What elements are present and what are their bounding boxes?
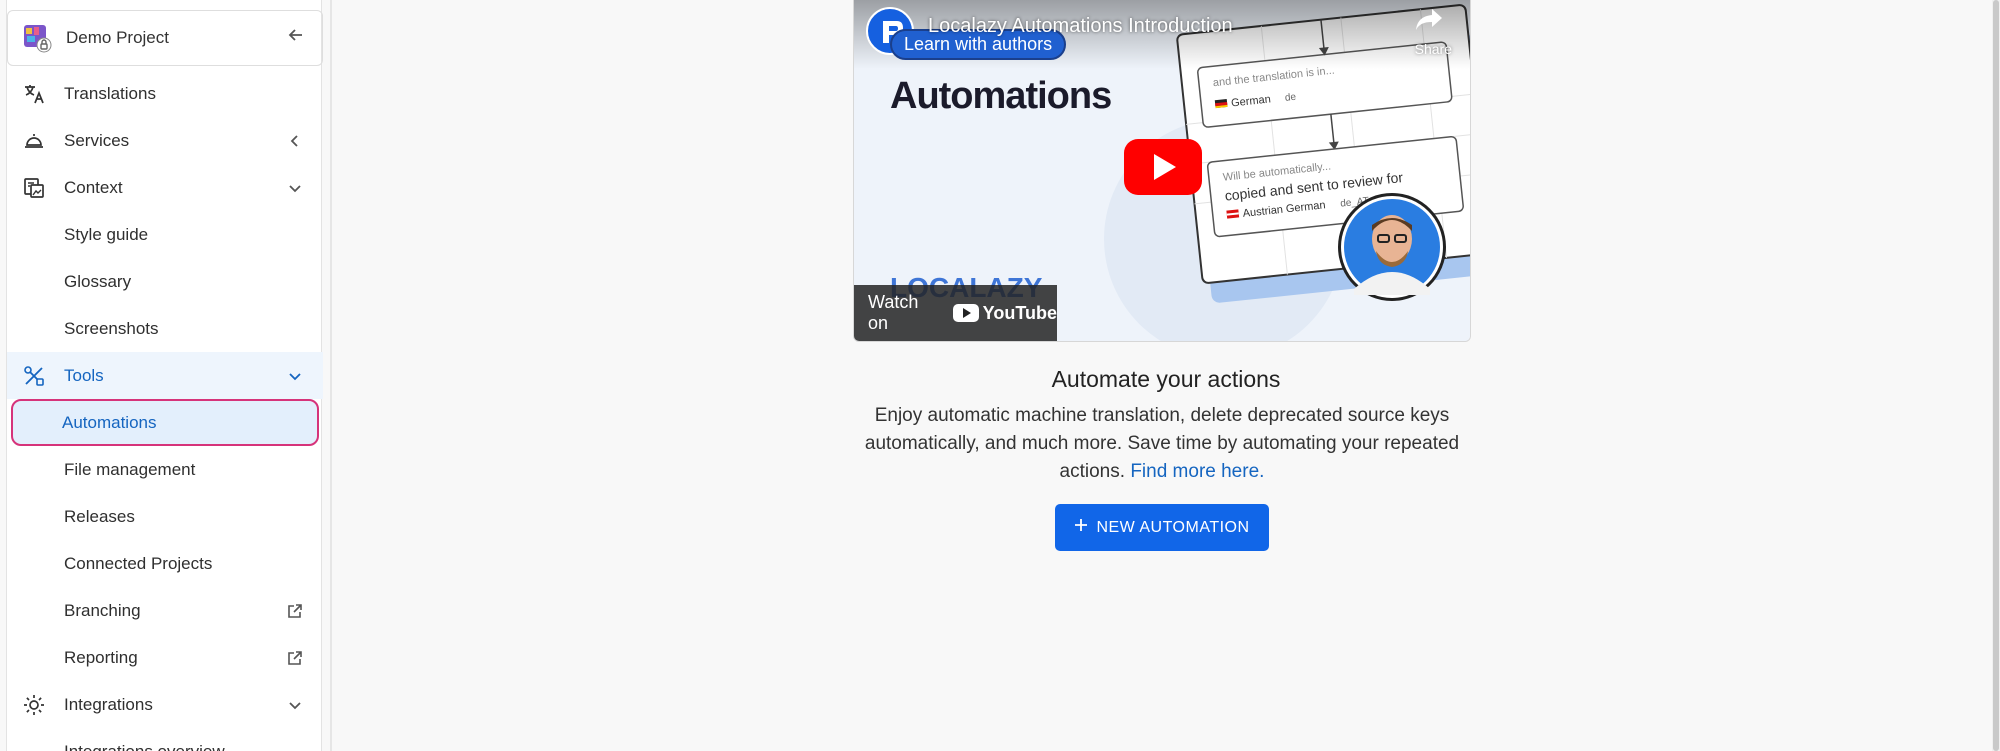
youtube-logo-icon: YouTube (952, 302, 1057, 324)
sidebar-item-style-guide[interactable]: Style guide (7, 211, 323, 258)
page-scrollbar[interactable] (1992, 0, 2000, 751)
plus-icon (1074, 518, 1088, 537)
sidebar-nav: Translations Services Context Style guid… (7, 70, 323, 751)
chevron-down-icon (285, 178, 305, 198)
sidebar-item-glossary[interactable]: Glossary (7, 258, 323, 305)
sidebar-item-translations[interactable]: Translations (7, 70, 323, 117)
sidebar-item-label: Releases (64, 506, 135, 526)
sidebar-item-label: Translations (64, 83, 156, 103)
sidebar-item-context[interactable]: Context (7, 164, 323, 211)
sidebar-item-label: File management (64, 459, 196, 479)
sidebar-item-label: Automations (62, 412, 157, 432)
sidebar-item-file-management[interactable]: File management (7, 446, 323, 493)
watch-on-label: Watch on (868, 292, 919, 333)
main-content: and the translation is in... German de W… (332, 0, 2000, 751)
sidebar-item-connected-projects[interactable]: Connected Projects (7, 540, 323, 587)
sidebar-item-label: Connected Projects (64, 553, 213, 573)
sidebar-item-integrations[interactable]: Integrations (7, 681, 323, 728)
youtube-video-embed[interactable]: and the translation is in... German de W… (853, 0, 1471, 342)
context-icon (22, 176, 46, 200)
project-switcher[interactable]: Demo Project (7, 10, 323, 66)
sidebar-item-screenshots[interactable]: Screenshots (7, 305, 323, 352)
video-headline: Automations (890, 75, 1112, 117)
video-card1-code: de (1284, 92, 1297, 104)
chevron-down-icon (285, 695, 305, 715)
sidebar-item-services[interactable]: Services (7, 117, 323, 164)
share-label[interactable]: Share (1415, 41, 1452, 57)
sidebar-item-label: Branching (64, 600, 141, 620)
tools-icon (22, 364, 46, 388)
new-automation-button[interactable]: NEW AUTOMATION (1055, 504, 1269, 551)
sidebar-item-automations[interactable]: Automations (11, 399, 319, 446)
sidebar-item-releases[interactable]: Releases (7, 493, 323, 540)
external-link-icon (285, 648, 305, 668)
service-bell-icon (22, 129, 46, 153)
sidebar-item-label: Screenshots (64, 318, 159, 338)
find-more-link[interactable]: Find more here. (1130, 461, 1264, 482)
empty-state-description: Enjoy automatic machine translation, del… (862, 402, 1462, 486)
sidebar-item-label: Style guide (64, 224, 149, 244)
project-name: Demo Project (66, 28, 169, 47)
sidebar-item-label: Integrations overview (64, 741, 225, 751)
chevron-down-icon (285, 366, 305, 386)
sidebar-item-label: Context (64, 177, 123, 197)
sidebar-item-label: Services (64, 130, 130, 150)
chevron-left-icon (285, 131, 305, 151)
video-title[interactable]: Localazy Automations Introduction (928, 15, 1233, 38)
empty-state-title: Automate your actions (1051, 366, 1281, 392)
youtube-logo-label: YouTube (982, 302, 1057, 323)
sidebar-item-reporting[interactable]: Reporting (7, 634, 323, 681)
project-logo-icon (22, 23, 52, 53)
sidebar-item-tools[interactable]: Tools (7, 352, 323, 399)
sidebar-item-label: Integrations (64, 694, 153, 714)
sidebar-item-label: Glossary (64, 271, 132, 291)
sidebar-item-label: Tools (64, 365, 104, 385)
sidebar-item-label: Reporting (64, 647, 138, 667)
sidebar-item-branching[interactable]: Branching (7, 587, 323, 634)
collapse-sidebar-icon[interactable] (286, 25, 306, 51)
sidebar-item-integrations-overview[interactable]: Integrations overview (7, 728, 323, 751)
new-automation-label: NEW AUTOMATION (1096, 518, 1250, 536)
scrollbar-thumb[interactable] (1993, 0, 1999, 751)
external-link-icon (285, 601, 305, 621)
translate-icon (22, 82, 46, 106)
integrations-gear-icon (22, 693, 46, 717)
sidebar: Demo Project Translations Services Conte… (6, 0, 323, 751)
watch-on-youtube-button[interactable]: Watch on YouTube (854, 285, 1057, 341)
share-icon[interactable] (1414, 7, 1444, 38)
